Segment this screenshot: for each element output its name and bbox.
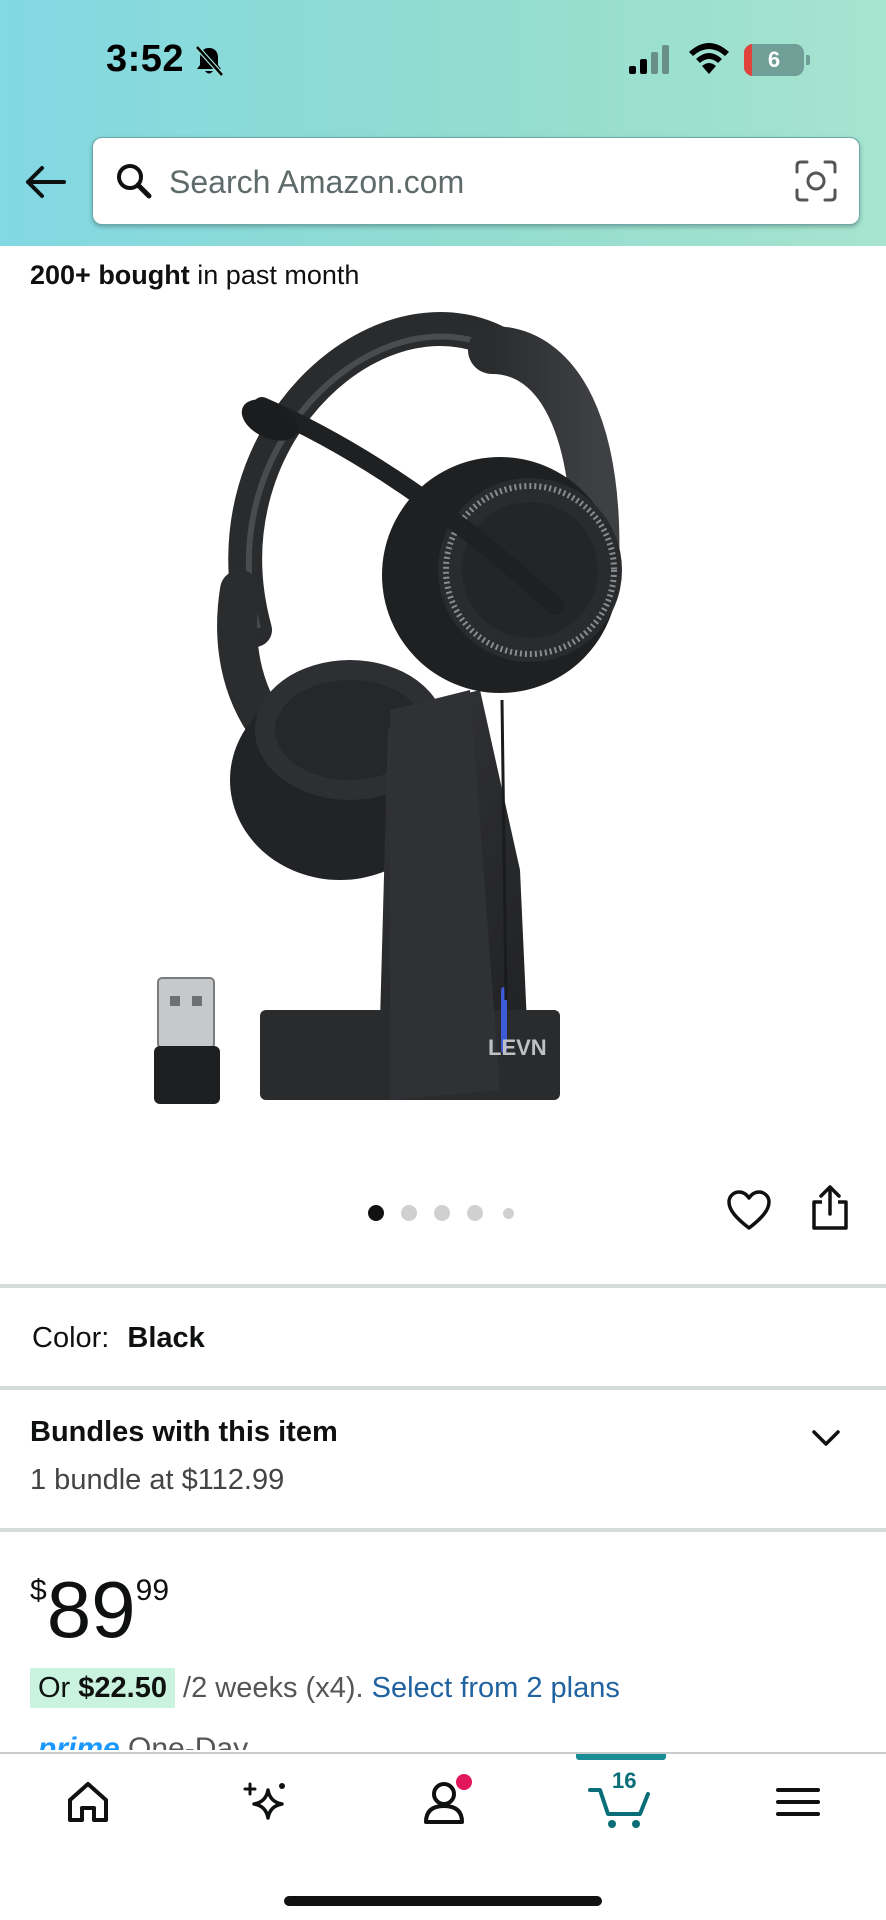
select-plans-link[interactable]: Select from 2 plans [372,1672,620,1704]
price-whole: 89 [46,1565,136,1654]
home-icon[interactable] [58,1772,118,1832]
bought-count: 200+ bought [30,260,190,290]
signal-icon [629,45,669,74]
divider [0,1386,886,1390]
installment-line: Or $22.50 /2 weeks (x4). Select from 2 p… [30,1668,620,1708]
carousel-dot-3[interactable] [434,1205,450,1221]
divider [0,1528,886,1532]
price-symbol: $ [30,1574,47,1607]
product-price: $8999 [30,1568,169,1652]
color-label: Color: [32,1322,110,1354]
bundles-title[interactable]: Bundles with this item [30,1416,338,1449]
bought-rest: in past month [189,260,360,290]
prime-logo: prime [38,1732,120,1750]
installment-badge: Or $22.50 [30,1668,175,1708]
status-time: 3:52 [106,38,185,80]
hamburger-menu-icon[interactable] [768,1772,828,1832]
battery-body: 6 [744,44,804,76]
notification-dot [456,1774,472,1790]
wifi-icon [689,43,729,74]
headset-with-charging-stand-image[interactable]: LEVN [140,310,740,1130]
carousel-dot-4[interactable] [467,1205,483,1221]
chevron-down-icon[interactable] [806,1424,846,1454]
battery-level: 6 [767,47,781,72]
search-input[interactable] [169,156,769,208]
top-header: 3:52 6 [0,0,886,246]
battery-nub [806,55,810,65]
divider [0,1284,886,1288]
share-icon[interactable] [810,1184,850,1232]
bundles-subtitle: 1 bundle at $112.99 [30,1464,285,1496]
price-fraction: 99 [135,1574,170,1607]
status-bar: 3:52 6 [0,0,886,118]
color-selector[interactable]: Color: Black [32,1322,205,1355]
carousel-dot-1[interactable] [368,1205,384,1221]
bought-in-past-month: 200+ bought in past month [30,260,359,291]
carousel-dot-5[interactable] [503,1208,514,1219]
arrow-left-icon[interactable] [22,158,70,206]
cart-active-indicator [576,1754,666,1760]
search-icon[interactable] [113,160,155,202]
carousel-dot-2[interactable] [401,1205,417,1221]
cart-count: 16 [612,1768,637,1793]
prime-delivery-text: One-Day [119,1732,249,1750]
heart-icon[interactable] [726,1188,772,1234]
sparkle-icon[interactable] [236,1772,296,1832]
camera-lens-icon[interactable] [793,158,839,204]
installment-prefix: Or [38,1672,79,1704]
bell-slash-icon [195,45,224,77]
bottom-navigation: 16 [0,1752,886,1920]
image-carousel-dots[interactable] [364,1202,524,1222]
prime-delivery-line: prime One-Day [38,1732,248,1750]
installment-amount: $22.50 [78,1672,167,1704]
home-indicator[interactable] [284,1896,602,1906]
search-bar[interactable] [92,137,860,225]
installment-rest: /2 weeks (x4). [174,1672,372,1704]
battery-icon: 6 [744,44,810,76]
color-value: Black [127,1322,205,1354]
brand-mark: LEVN [488,1035,547,1060]
